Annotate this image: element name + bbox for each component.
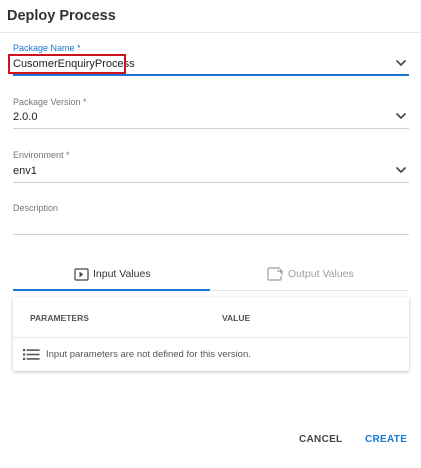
chevron-down-icon[interactable] <box>395 59 407 67</box>
package-name-label: Package Name * <box>13 43 81 53</box>
tab-input-values-label: Input Values <box>93 268 151 280</box>
environment-select[interactable]: Environment * env1 <box>13 150 409 183</box>
title-divider <box>0 32 421 33</box>
description-label: Description <box>13 203 59 213</box>
environment-label: Environment * <box>13 150 70 160</box>
output-icon <box>267 267 283 281</box>
list-icon <box>23 348 40 360</box>
values-tabs: Input Values Output Values <box>13 258 409 291</box>
description-underline <box>13 234 409 235</box>
tab-input-values[interactable]: Input Values <box>13 258 211 291</box>
package-version-label: Package Version * <box>13 97 87 107</box>
package-version-value: 2.0.0 <box>13 111 38 123</box>
tab-output-values-label: Output Values <box>288 268 354 280</box>
header-divider <box>13 337 409 338</box>
deploy-process-dialog: Deploy Process Package Name * CusomerEnq… <box>0 0 421 468</box>
environment-underline <box>13 182 409 183</box>
package-name-highlight-box <box>8 54 126 74</box>
active-tab-indicator <box>13 289 210 291</box>
column-header-parameters: PARAMETERS <box>30 313 89 323</box>
empty-message-row: Input parameters are not defined for thi… <box>23 348 251 360</box>
tab-output-values[interactable]: Output Values <box>211 258 409 291</box>
column-header-value: VALUE <box>222 313 251 323</box>
package-version-select[interactable]: Package Version * 2.0.0 <box>13 97 409 130</box>
chevron-down-icon[interactable] <box>395 166 407 174</box>
create-button[interactable]: CREATE <box>365 430 407 448</box>
package-name-underline <box>13 74 409 76</box>
environment-value: env1 <box>13 165 37 177</box>
parameters-table: PARAMETERS VALUE Input parameters are no… <box>13 297 409 371</box>
empty-message-text: Input parameters are not defined for thi… <box>46 348 251 360</box>
input-icon <box>74 267 89 281</box>
cancel-button[interactable]: CANCEL <box>299 430 342 448</box>
description-input[interactable]: Description <box>13 203 409 236</box>
dialog-title: Deploy Process <box>7 8 116 24</box>
package-version-underline <box>13 128 409 129</box>
chevron-down-icon[interactable] <box>395 112 407 120</box>
